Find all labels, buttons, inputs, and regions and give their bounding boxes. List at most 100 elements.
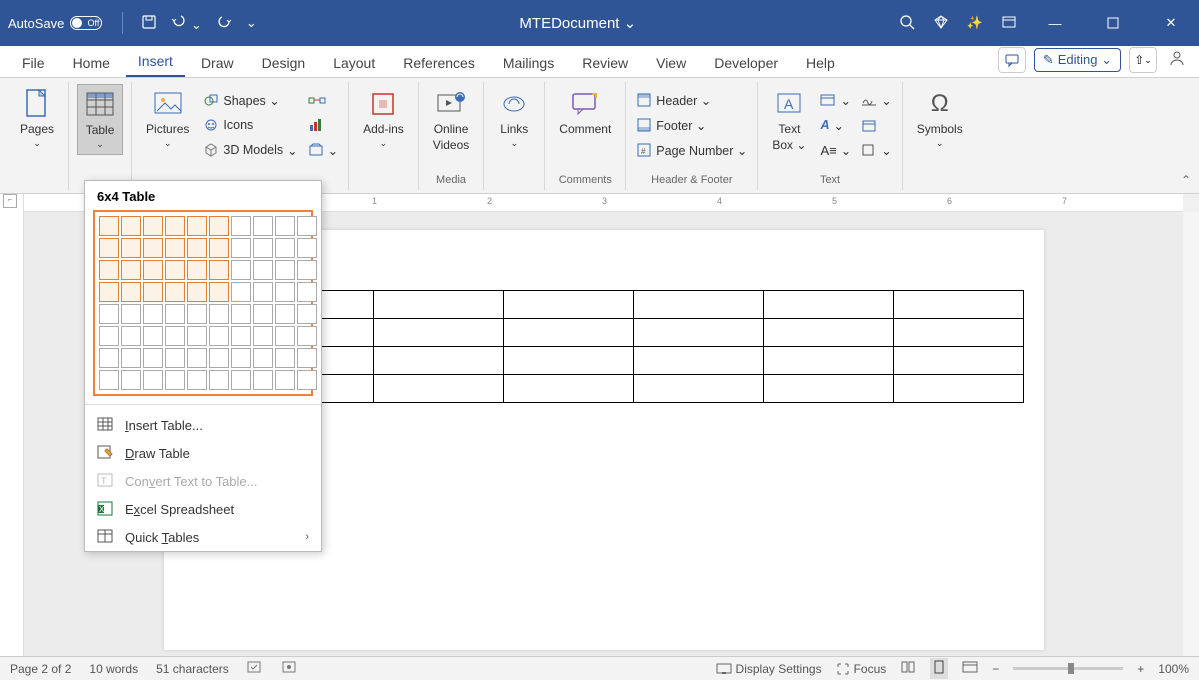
table-grid-cell[interactable] <box>165 216 185 236</box>
macro-icon[interactable] <box>281 660 297 677</box>
table-grid-cell[interactable] <box>231 260 251 280</box>
table-grid-cell[interactable] <box>231 326 251 346</box>
screenshot-button[interactable]: ⌄ <box>306 138 340 162</box>
page-number-button[interactable]: #Page Number ⌄ <box>634 138 749 162</box>
share-button[interactable]: ⇧ ⌄ <box>1129 47 1157 73</box>
table-grid-cell[interactable] <box>275 348 295 368</box>
table-grid-cell[interactable] <box>143 260 163 280</box>
table-grid-cell[interactable] <box>187 260 207 280</box>
comment-button[interactable]: Comment <box>553 84 617 140</box>
autosave-toggle[interactable]: AutoSave Off <box>8 16 102 31</box>
zoom-slider[interactable] <box>1013 667 1123 670</box>
tab-developer[interactable]: Developer <box>702 49 790 77</box>
tab-view[interactable]: View <box>644 49 698 77</box>
vertical-scrollbar[interactable] <box>1183 212 1199 656</box>
table-grid-cell[interactable] <box>121 326 141 346</box>
footer-button[interactable]: Footer ⌄ <box>634 113 749 137</box>
quick-parts-button[interactable]: ⌄ <box>818 88 853 112</box>
table-grid-cell[interactable] <box>99 326 119 346</box>
table-grid-cell[interactable] <box>209 370 229 390</box>
maximize-button[interactable] <box>1093 8 1133 38</box>
table-grid-cell[interactable] <box>143 216 163 236</box>
table-grid-cell[interactable] <box>297 348 317 368</box>
minimize-button[interactable]: — <box>1035 8 1075 38</box>
table-grid-cell[interactable] <box>99 348 119 368</box>
table-grid-cell[interactable] <box>165 326 185 346</box>
table-grid-cell[interactable] <box>209 216 229 236</box>
table-grid-cell[interactable] <box>275 282 295 302</box>
signature-line-button[interactable]: ⌄ <box>859 88 893 112</box>
save-icon[interactable] <box>141 14 157 33</box>
symbols-button[interactable]: Ω Symbols ⌄ <box>911 84 969 153</box>
undo-icon[interactable]: ⌄ <box>171 13 202 33</box>
inserted-table[interactable] <box>244 290 1024 403</box>
header-button[interactable]: Header ⌄ <box>634 88 749 112</box>
table-grid-cell[interactable] <box>275 304 295 324</box>
table-grid-cell[interactable] <box>99 260 119 280</box>
smartart-button[interactable] <box>306 88 340 112</box>
table-grid-cell[interactable] <box>275 326 295 346</box>
tab-design[interactable]: Design <box>250 49 318 77</box>
spellcheck-icon[interactable] <box>247 660 263 677</box>
table-grid-cell[interactable] <box>297 326 317 346</box>
table-grid-cell[interactable] <box>297 216 317 236</box>
toggle-switch[interactable]: Off <box>70 16 102 30</box>
table-grid-cell[interactable] <box>165 370 185 390</box>
tab-help[interactable]: Help <box>794 49 847 77</box>
chart-button[interactable] <box>306 113 340 137</box>
table-grid-cell[interactable] <box>253 282 273 302</box>
quick-tables-item[interactable]: Quick Tables › <box>85 523 321 551</box>
table-grid-cell[interactable] <box>297 304 317 324</box>
table-grid-cell[interactable] <box>187 216 207 236</box>
table-grid-cell[interactable] <box>187 348 207 368</box>
read-mode-icon[interactable] <box>900 660 916 677</box>
drop-cap-button[interactable]: A≡⌄ <box>818 138 853 162</box>
close-button[interactable]: ✕ <box>1151 8 1191 38</box>
table-grid-cell[interactable] <box>253 304 273 324</box>
table-grid-cell[interactable] <box>275 260 295 280</box>
table-grid-cell[interactable] <box>121 282 141 302</box>
table-grid-cell[interactable] <box>121 370 141 390</box>
tab-mailings[interactable]: Mailings <box>491 49 566 77</box>
tab-insert[interactable]: Insert <box>126 47 185 77</box>
table-grid-cell[interactable] <box>231 370 251 390</box>
word-count[interactable]: 10 words <box>89 662 138 676</box>
table-grid-cell[interactable] <box>297 282 317 302</box>
table-grid-cell[interactable] <box>209 326 229 346</box>
table-grid-cell[interactable] <box>297 260 317 280</box>
tab-draw[interactable]: Draw <box>189 49 246 77</box>
date-time-button[interactable] <box>859 113 893 137</box>
text-box-button[interactable]: A Text Box ⌄ <box>766 84 812 162</box>
account-icon[interactable] <box>1165 49 1189 72</box>
table-grid-cell[interactable] <box>253 370 273 390</box>
char-count[interactable]: 51 characters <box>156 662 229 676</box>
table-grid-cell[interactable] <box>275 370 295 390</box>
table-grid-cell[interactable] <box>121 348 141 368</box>
3d-models-button[interactable]: 3D Models ⌄ <box>201 138 299 162</box>
table-grid-picker[interactable] <box>93 210 313 396</box>
table-grid-cell[interactable] <box>275 216 295 236</box>
table-grid-cell[interactable] <box>231 304 251 324</box>
tab-home[interactable]: Home <box>61 49 122 77</box>
print-layout-icon[interactable] <box>930 658 948 679</box>
table-grid-cell[interactable] <box>297 370 317 390</box>
icons-button[interactable]: Icons <box>201 113 299 137</box>
shapes-button[interactable]: Shapes ⌄ <box>201 88 299 112</box>
draw-table-item[interactable]: Draw Table <box>85 439 321 467</box>
table-grid-cell[interactable] <box>143 304 163 324</box>
collapse-ribbon-button[interactable]: ⌃ <box>1181 173 1191 187</box>
editing-mode-button[interactable]: ✎ Editing ⌄ <box>1034 48 1121 72</box>
links-button[interactable]: Links ⌄ <box>492 84 536 153</box>
online-videos-button[interactable]: Online Videos <box>427 84 475 156</box>
table-grid-cell[interactable] <box>187 238 207 258</box>
table-grid-cell[interactable] <box>121 216 141 236</box>
focus-mode-button[interactable]: Focus <box>836 662 887 676</box>
table-grid-cell[interactable] <box>187 304 207 324</box>
table-grid-cell[interactable] <box>275 238 295 258</box>
table-grid-cell[interactable] <box>231 216 251 236</box>
wordart-button[interactable]: A⌄ <box>818 113 853 137</box>
table-grid-cell[interactable] <box>187 326 207 346</box>
tab-file[interactable]: File <box>10 49 57 77</box>
tab-layout[interactable]: Layout <box>321 49 387 77</box>
ribbon-display-icon[interactable] <box>1001 14 1017 33</box>
